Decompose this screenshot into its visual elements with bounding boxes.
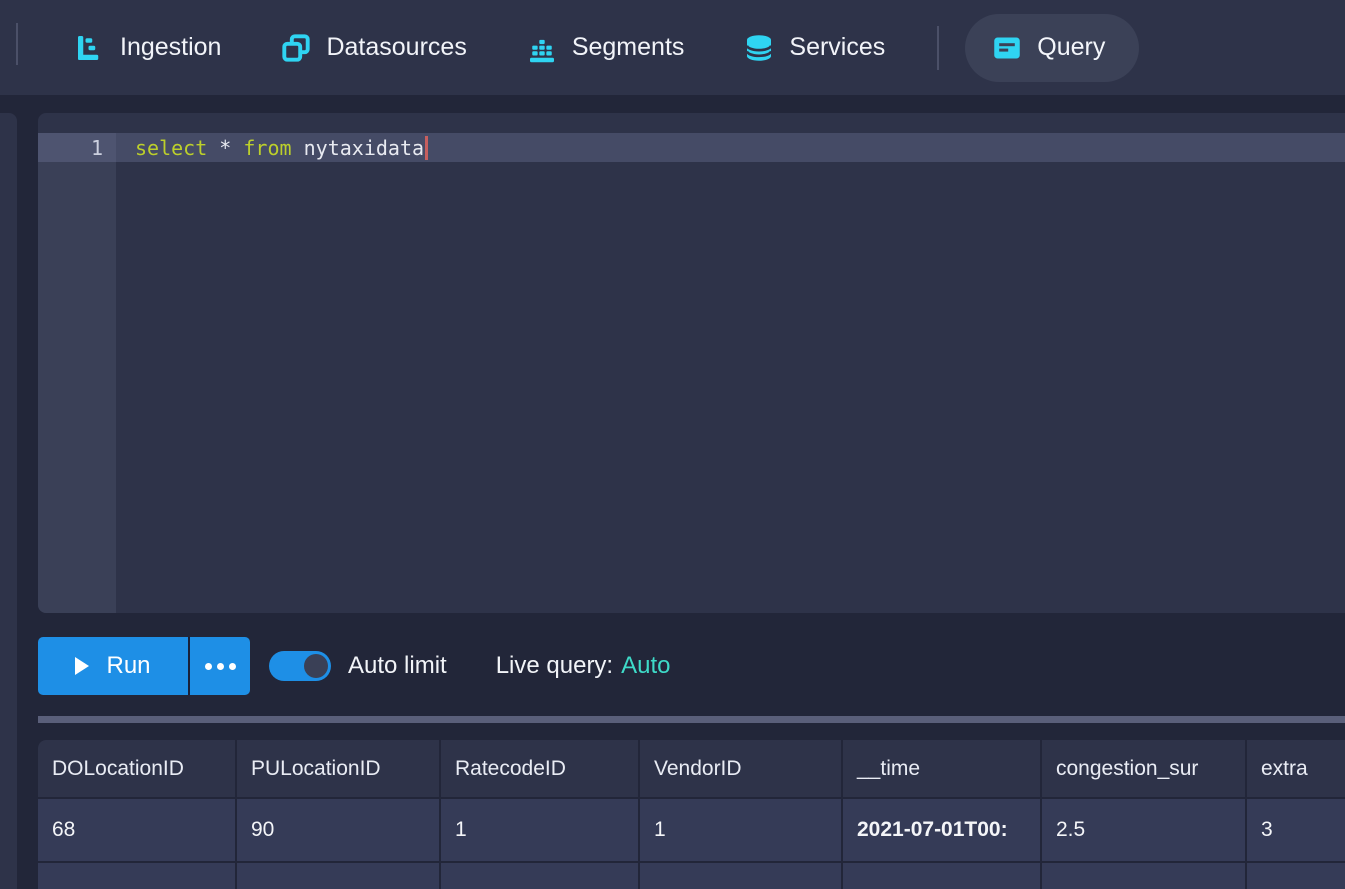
query-results-table: DOLocationID PULocationID RatecodeID Ven… bbox=[38, 740, 1345, 889]
nav-item-ingestion[interactable]: Ingestion bbox=[75, 33, 221, 63]
column-header[interactable]: PULocationID bbox=[237, 740, 439, 797]
sql-table-name: nytaxidata bbox=[304, 136, 424, 160]
column-header[interactable]: congestion_sur bbox=[1042, 740, 1245, 797]
console-icon bbox=[992, 33, 1022, 63]
editor-active-line[interactable]: 1 select * from nytaxidata bbox=[38, 133, 1345, 162]
table-cell[interactable]: 2.5 bbox=[1042, 799, 1245, 861]
live-query-value[interactable]: Auto bbox=[621, 652, 670, 679]
auto-limit-label: Auto limit bbox=[348, 652, 447, 680]
code-line[interactable]: select * from nytaxidata bbox=[116, 133, 1345, 162]
table-cell[interactable]: 1 bbox=[640, 799, 841, 861]
table-cell[interactable] bbox=[237, 863, 439, 889]
text-cursor bbox=[425, 136, 428, 160]
nav-item-label: Segments bbox=[572, 33, 685, 62]
table-cell[interactable] bbox=[640, 863, 841, 889]
column-header[interactable]: VendorID bbox=[640, 740, 841, 797]
stacked-bar-chart-icon bbox=[527, 33, 557, 63]
sql-keyword: from bbox=[243, 136, 291, 160]
ellipsis-icon bbox=[217, 663, 224, 670]
nav-item-label: Services bbox=[789, 33, 885, 62]
results-grid: DOLocationID PULocationID RatecodeID Ven… bbox=[38, 740, 1345, 889]
sql-star: * bbox=[219, 136, 231, 160]
overlapping-squares-icon bbox=[281, 33, 311, 63]
table-cell[interactable]: 1 bbox=[441, 799, 638, 861]
nav-section-divider bbox=[937, 26, 939, 70]
nav-item-label: Datasources bbox=[326, 33, 466, 62]
gantt-chart-icon bbox=[75, 33, 105, 63]
play-icon bbox=[75, 657, 89, 675]
run-more-options-button[interactable] bbox=[190, 637, 250, 695]
table-cell[interactable] bbox=[441, 863, 638, 889]
query-controls-bar: Run Auto limit Live query: Auto bbox=[38, 637, 1345, 695]
run-button[interactable]: Run bbox=[38, 637, 188, 695]
table-cell[interactable]: 90 bbox=[237, 799, 439, 861]
live-query-label: Live query: bbox=[496, 652, 613, 679]
run-split-button: Run bbox=[38, 637, 250, 695]
nav-item-label: Query bbox=[1037, 33, 1105, 62]
line-number: 1 bbox=[38, 133, 116, 162]
column-header[interactable]: extra bbox=[1247, 740, 1345, 797]
column-header[interactable]: RatecodeID bbox=[441, 740, 638, 797]
table-cell[interactable] bbox=[843, 863, 1040, 889]
nav-item-segments[interactable]: Segments bbox=[527, 33, 685, 63]
table-cell[interactable] bbox=[38, 863, 235, 889]
sql-query-editor[interactable]: 1 select * from nytaxidata bbox=[38, 113, 1345, 613]
sql-keyword: select bbox=[135, 136, 207, 160]
nav-item-datasources[interactable]: Datasources bbox=[281, 33, 466, 63]
auto-limit-toggle[interactable] bbox=[269, 651, 331, 681]
table-cell[interactable] bbox=[1042, 863, 1245, 889]
column-header[interactable]: DOLocationID bbox=[38, 740, 235, 797]
collapsed-side-panel[interactable] bbox=[0, 113, 17, 889]
nav-items: Ingestion Datasources Segments bbox=[75, 14, 1139, 82]
table-cell[interactable]: 68 bbox=[38, 799, 235, 861]
results-splitter-handle[interactable] bbox=[38, 716, 1345, 723]
table-cell[interactable] bbox=[1247, 863, 1345, 889]
nav-item-services[interactable]: Services bbox=[744, 33, 885, 63]
nav-item-label: Ingestion bbox=[120, 33, 221, 62]
editor-gutter bbox=[38, 133, 116, 613]
top-navigation: Ingestion Datasources Segments bbox=[0, 0, 1345, 95]
database-icon bbox=[744, 33, 774, 63]
table-cell-time[interactable]: 2021-07-01T00: bbox=[843, 799, 1040, 861]
nav-item-query-active[interactable]: Query bbox=[965, 14, 1139, 82]
column-header[interactable]: __time bbox=[843, 740, 1040, 797]
table-cell[interactable]: 3 bbox=[1247, 799, 1345, 861]
ellipsis-icon bbox=[205, 663, 212, 670]
live-query-status: Live query: Auto bbox=[496, 652, 671, 680]
toggle-knob bbox=[304, 654, 328, 678]
run-button-label: Run bbox=[106, 652, 150, 680]
ellipsis-icon bbox=[229, 663, 236, 670]
nav-edge-divider bbox=[16, 23, 18, 65]
run-button-separator bbox=[188, 637, 190, 695]
